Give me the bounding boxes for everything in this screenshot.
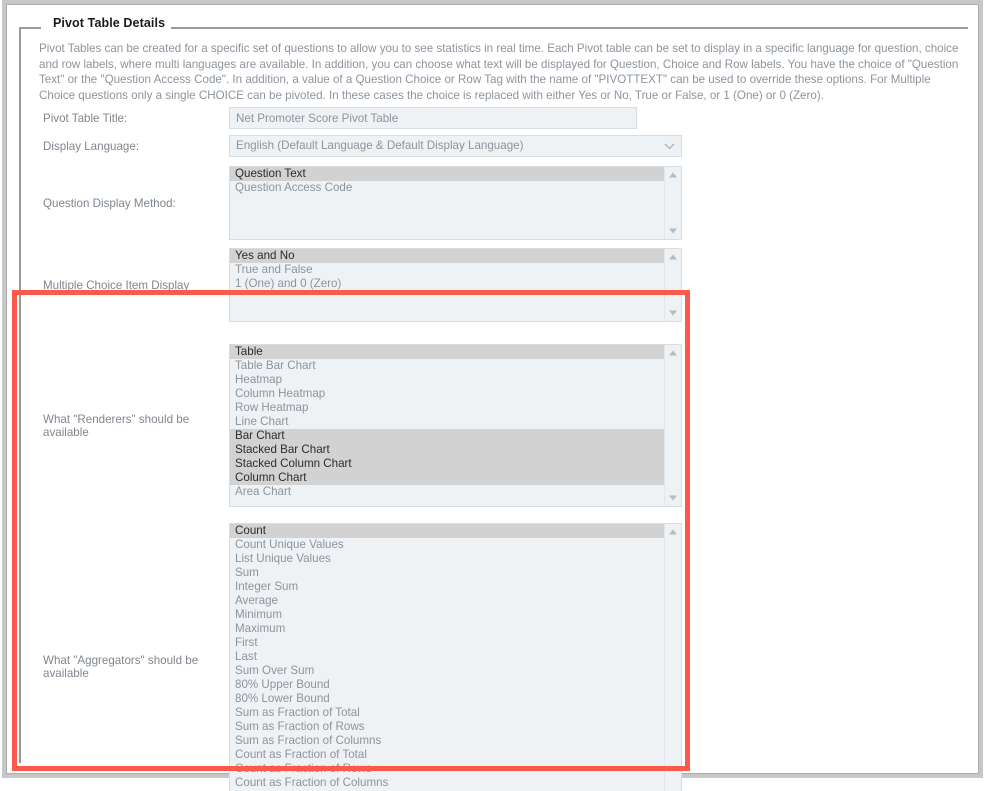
scroll-down-arrow-icon[interactable] xyxy=(668,494,678,502)
label-renderers: What "Renderers" should be available xyxy=(43,412,190,439)
row-aggregators: What "Aggregators" should be available C… xyxy=(19,520,968,791)
list-option[interactable]: Question Text xyxy=(230,167,664,181)
chevron-down-icon xyxy=(664,143,675,150)
pivot-table-details-fieldset: Pivot Table Details Pivot Tables can be … xyxy=(19,16,968,791)
list-option[interactable]: 80% Lower Bound xyxy=(230,692,664,706)
label-multiple-choice-item-display: Multiple Choice Item Display xyxy=(43,278,190,292)
list-option[interactable]: Integer Sum xyxy=(230,580,664,594)
display-language-value: English (Default Language & Default Disp… xyxy=(236,139,524,152)
window-frame: Pivot Table Details Pivot Tables can be … xyxy=(6,4,979,791)
multiple-choice-item-display-listbox[interactable]: Yes and No True and False 1 (One) and 0 (Z… xyxy=(229,248,682,322)
list-option[interactable]: Sum as Fraction of Columns xyxy=(230,734,664,748)
scroll-up-arrow-icon[interactable] xyxy=(668,528,678,536)
question-display-method-scrollbar[interactable] xyxy=(664,167,681,239)
label-question-display-method: Question Display Method: xyxy=(43,196,176,210)
list-option[interactable]: Average xyxy=(230,594,664,608)
list-option[interactable]: Count as Fraction of Total xyxy=(230,748,664,762)
panel-description: Pivot Tables can be created for a specif… xyxy=(39,42,959,102)
row-renderers: What "Renderers" should be available Tab… xyxy=(19,339,968,512)
list-option[interactable]: Stacked Column Chart xyxy=(230,457,664,471)
list-option[interactable]: Sum as Fraction of Total xyxy=(230,706,664,720)
scroll-up-arrow-icon[interactable] xyxy=(668,171,678,179)
list-option[interactable]: Column Heatmap xyxy=(230,387,664,401)
list-option[interactable]: Stacked Bar Chart xyxy=(230,443,664,457)
fieldset-border-top-right xyxy=(169,27,968,29)
multiple-choice-item-display-scrollbar[interactable] xyxy=(664,249,681,321)
question-display-method-options: Question Text Question Access Code xyxy=(230,167,664,239)
field-wrap-multiple-choice-item-display: Yes and No True and False 1 (One) and 0 (Z… xyxy=(229,248,968,322)
list-option[interactable]: Count as Fraction of Columns xyxy=(230,776,664,790)
aggregators-scrollbar[interactable] xyxy=(664,523,681,791)
list-option[interactable]: Last xyxy=(230,650,664,664)
row-pivot-table-title: Pivot Table Title: xyxy=(19,103,968,133)
row-question-display-method: Question Display Method: Question Text Qu… xyxy=(19,163,968,243)
scroll-up-arrow-icon[interactable] xyxy=(668,253,678,261)
list-option[interactable]: Bar Chart xyxy=(230,429,664,443)
list-option[interactable]: Count Unique Values xyxy=(230,538,664,552)
display-language-select[interactable]: English (Default Language & Default Disp… xyxy=(229,135,682,157)
row-display-language: Display Language: English (Default Langu… xyxy=(19,133,968,159)
list-option[interactable]: Sum Over Sum xyxy=(230,664,664,678)
label-pivot-table-title: Pivot Table Title: xyxy=(43,111,128,125)
list-option[interactable]: List Unique Values xyxy=(230,552,664,566)
list-option[interactable]: Minimum xyxy=(230,608,664,622)
list-option[interactable]: 1 (One) and 0 (Zero) xyxy=(230,277,664,291)
form-area: Pivot Table Title: Display Language: Eng… xyxy=(19,103,968,791)
list-option[interactable]: Row Heatmap xyxy=(230,401,664,415)
list-option[interactable]: Count as Fraction of Rows xyxy=(230,762,664,776)
scroll-up-arrow-icon[interactable] xyxy=(668,349,678,357)
list-option[interactable]: First xyxy=(230,636,664,650)
list-option[interactable]: True and False xyxy=(230,263,664,277)
renderers-options: Table Table Bar Chart Heatmap Column Heatma… xyxy=(230,345,664,506)
fieldset-border-top-left xyxy=(19,27,41,29)
label-aggregators: What "Aggregators" should be available xyxy=(43,654,199,680)
aggregators-listbox[interactable]: Count Count Unique Values List Unique Valu… xyxy=(229,522,682,791)
aggregators-options: Count Count Unique Values List Unique Valu… xyxy=(230,523,664,791)
label-display-language: Display Language: xyxy=(43,139,140,153)
field-wrap-display-language: English (Default Language & Default Disp… xyxy=(229,135,968,157)
scroll-down-arrow-icon[interactable] xyxy=(668,309,678,317)
pivot-table-title-input[interactable] xyxy=(229,107,637,129)
list-option[interactable]: 80% Upper Bound xyxy=(230,678,664,692)
list-option[interactable]: Line Chart xyxy=(230,415,664,429)
screenshot-root: Pivot Table Details Pivot Tables can be … xyxy=(0,0,993,791)
question-display-method-listbox[interactable]: Question Text Question Access Code xyxy=(229,166,682,240)
field-wrap-aggregators: Count Count Unique Values List Unique Valu… xyxy=(229,522,968,791)
renderers-listbox[interactable]: Table Table Bar Chart Heatmap Column Heatma… xyxy=(229,344,682,507)
field-wrap-question-display-method: Question Text Question Access Code xyxy=(229,166,968,240)
list-option[interactable]: Sum xyxy=(230,566,664,580)
list-option[interactable]: Heatmap xyxy=(230,373,664,387)
field-wrap-renderers: Table Table Bar Chart Heatmap Column Heatma… xyxy=(229,344,968,507)
list-option[interactable]: Maximum xyxy=(230,622,664,636)
renderers-scrollbar[interactable] xyxy=(664,345,681,506)
list-option[interactable]: Area Chart xyxy=(230,485,664,499)
row-multiple-choice-item-display: Multiple Choice Item Display Yes and No T… xyxy=(19,245,968,325)
field-wrap-pivot-table-title xyxy=(229,107,968,129)
list-option[interactable]: Column Chart xyxy=(230,471,664,485)
list-option[interactable]: Table xyxy=(230,345,664,359)
fieldset-legend: Pivot Table Details xyxy=(47,16,172,30)
multiple-choice-item-display-options: Yes and No True and False 1 (One) and 0 (Z… xyxy=(230,249,664,321)
list-option[interactable]: Count xyxy=(230,523,664,538)
list-option[interactable]: Question Access Code xyxy=(230,181,664,195)
list-option[interactable]: Table Bar Chart xyxy=(230,359,664,373)
scroll-down-arrow-icon[interactable] xyxy=(668,227,678,235)
list-option[interactable]: Yes and No xyxy=(230,249,664,263)
list-option[interactable]: Sum as Fraction of Rows xyxy=(230,720,664,734)
